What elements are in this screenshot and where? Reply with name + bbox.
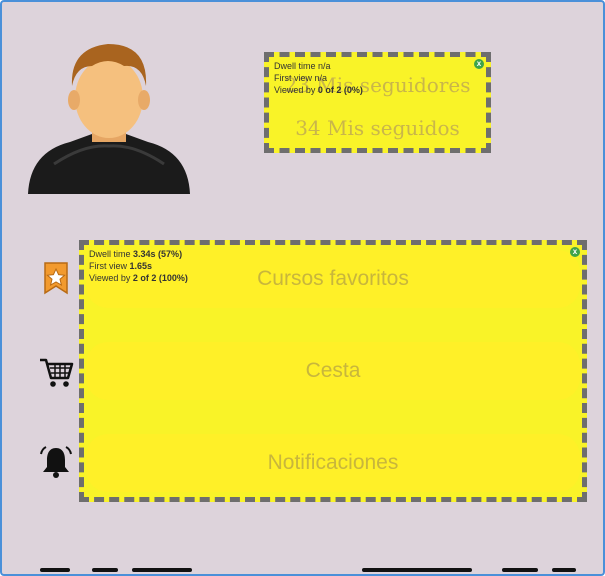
first-view-label: First view <box>274 73 312 83</box>
viewed-by-label: Viewed by <box>274 85 316 95</box>
first-view-value: n/a <box>314 73 328 83</box>
close-icon[interactable]: x <box>570 247 580 257</box>
following-link[interactable]: 34 Mis seguidos <box>269 116 486 140</box>
cropped-text-row <box>32 568 592 574</box>
dwell-time-value: n/a <box>318 61 331 71</box>
viewed-by-label: Viewed by <box>89 273 131 283</box>
viewed-by-value: 2 of 2 (100%) <box>132 273 188 283</box>
bell-icon[interactable] <box>38 444 74 480</box>
notifications-button[interactable]: Notificaciones <box>86 434 580 492</box>
viewed-by-value: 0 of 2 (0%) <box>317 85 363 95</box>
user-avatar[interactable] <box>24 34 194 198</box>
shopping-cart-icon[interactable] <box>38 354 74 390</box>
heatmap-overlay-followers: Dwell time n/a First view n/a Viewed by … <box>264 52 491 153</box>
heatmap-stats: Dwell time 3.34s (57%) First view 1.65s … <box>84 245 193 287</box>
heatmap-overlay-menu: Dwell time 3.34s (57%) First view 1.65s … <box>79 240 587 502</box>
heatmap-stats: Dwell time n/a First view n/a Viewed by … <box>269 57 368 99</box>
dwell-time-label: Dwell time <box>274 61 316 71</box>
first-view-value: 1.65s <box>129 261 153 271</box>
bookmark-star-icon[interactable] <box>38 260 74 296</box>
first-view-label: First view <box>89 261 127 271</box>
close-icon[interactable]: x <box>474 59 484 69</box>
dwell-time-value: 3.34s (57%) <box>133 249 183 259</box>
cart-button[interactable]: Cesta <box>86 342 580 400</box>
dwell-time-label: Dwell time <box>89 249 131 259</box>
profile-panel: Dwell time n/a First view n/a Viewed by … <box>0 0 605 576</box>
